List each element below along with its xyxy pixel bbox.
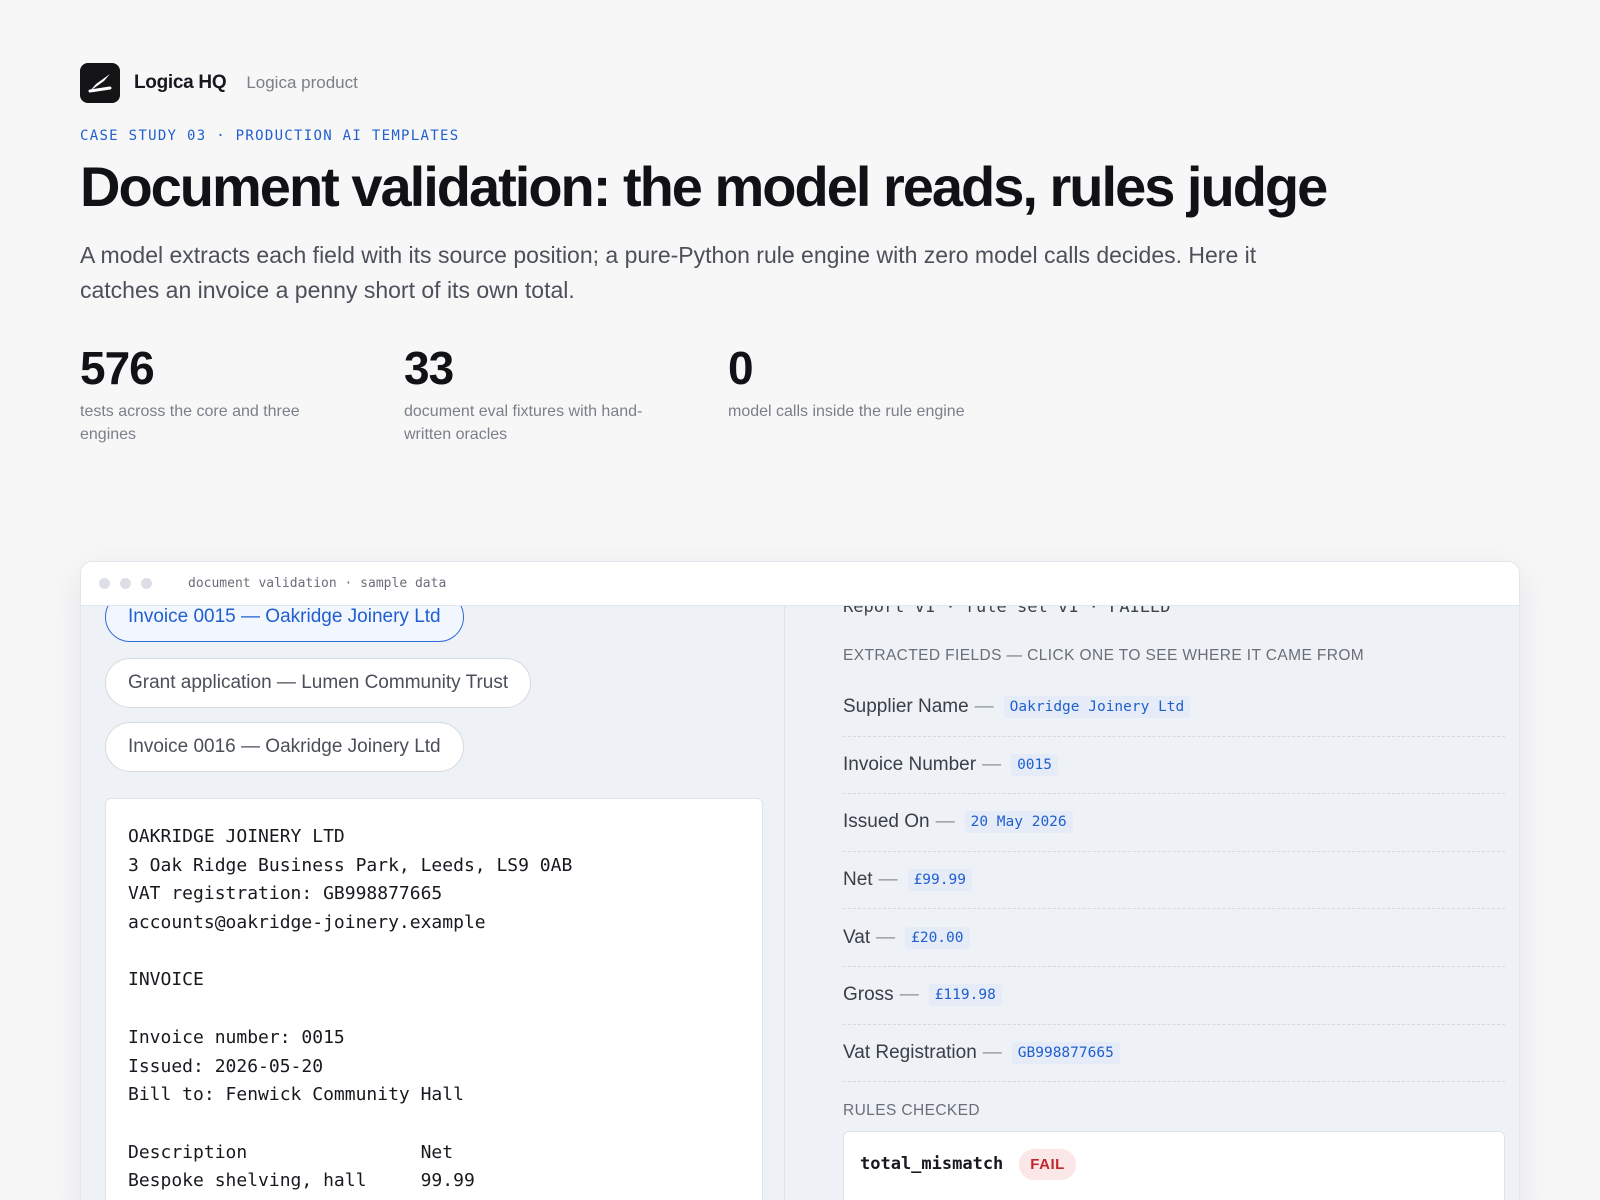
document-pane[interactable]: Invoice 0015 — Oakridge Joinery Ltd Gran… (81, 606, 785, 1200)
window-body: Invoice 0015 — Oakridge Joinery Ltd Gran… (81, 606, 1519, 1200)
window-dot-icon (141, 578, 152, 589)
field-value[interactable]: 20 May 2026 (964, 811, 1073, 834)
brand-name[interactable]: Logica HQ (134, 72, 227, 94)
stat-label: document eval fixtures with hand-written… (404, 403, 643, 443)
field-separator: — (974, 696, 994, 718)
field-value[interactable]: GB998877665 (1011, 1041, 1120, 1064)
window-dot-icon (99, 578, 110, 589)
field-value[interactable]: Oakridge Joinery Ltd (1003, 696, 1191, 719)
field-value[interactable]: £20.00 (905, 926, 970, 949)
window-dot-icon (120, 578, 131, 589)
field-value[interactable]: £119.98 (928, 984, 1002, 1007)
field-row-vat[interactable]: Vat — £20.00 (843, 909, 1505, 967)
page-title: Document validation: the model reads, ru… (80, 155, 1328, 218)
brand-header: Logica HQ Logica product (80, 62, 1520, 104)
eyebrow-label: CASE STUDY 03 · PRODUCTION AI TEMPLATES (80, 128, 460, 144)
document-line[interactable]: INVOICE (128, 966, 740, 995)
page: Logica HQ Logica product CASE STUDY 03 ·… (80, 62, 1520, 446)
field-label: Issued On (843, 811, 930, 833)
field-separator: — (982, 753, 1002, 775)
field-row-invoice-number[interactable]: Invoice Number — 0015 (843, 737, 1505, 795)
field-label: Gross (843, 984, 894, 1006)
field-row-gross[interactable]: Gross — £119.98 (843, 967, 1505, 1025)
field-separator: — (878, 869, 898, 891)
field-label: Vat Registration (843, 1041, 977, 1063)
field-row-net[interactable]: Net — £99.99 (843, 852, 1505, 910)
document-line[interactable]: 3 Oak Ridge Business Park, Leeds, LS9 0A… (128, 852, 740, 881)
document-line[interactable]: Bespoke shelving, hall 99.99 (128, 1167, 740, 1196)
document-line[interactable]: Bill to: Fenwick Community Hall (128, 1081, 740, 1110)
document-line[interactable]: Description Net (128, 1139, 740, 1168)
field-label: Invoice Number (843, 753, 977, 775)
field-value[interactable]: 0015 (1011, 753, 1058, 776)
report-pane[interactable]: Report v1 · rule set v1 · FAILED EXTRACT… (819, 606, 1519, 1200)
stat-fixtures: 33 document eval fixtures with hand-writ… (404, 342, 728, 446)
field-label: Vat (843, 926, 871, 948)
document-line[interactable]: VAT registration: GB998877665 (128, 880, 740, 909)
doc-chip-grant-application[interactable]: Grant application — Lumen Community Trus… (105, 658, 532, 708)
stat-value: 33 (404, 342, 454, 394)
field-separator: — (876, 926, 896, 948)
logica-logo-icon[interactable] (80, 63, 120, 103)
stat-label: tests across the core and three engines (80, 403, 300, 443)
document-line[interactable]: Issued: 2026-05-20 (128, 1053, 740, 1082)
field-separator: — (935, 811, 955, 833)
fields-heading: EXTRACTED FIELDS — CLICK ONE TO SEE WHER… (843, 647, 1365, 664)
rule-card-total-mismatch[interactable]: total_mismatch FAIL (843, 1131, 1505, 1200)
doc-chip-invoice-0015[interactable]: Invoice 0015 — Oakridge Joinery Ltd (105, 606, 464, 642)
document-preview[interactable]: OAKRIDGE JOINERY LTD 3 Oak Ridge Busines… (105, 798, 763, 1200)
stat-value: 576 (80, 342, 155, 394)
rule-status-badge: FAIL (1019, 1149, 1076, 1180)
window-title: document validation · sample data (188, 576, 447, 591)
document-line[interactable]: accounts@oakridge-joinery.example (128, 909, 740, 938)
report-meta: Report v1 · rule set v1 · FAILED (843, 606, 1171, 617)
stat-value: 0 (728, 342, 754, 394)
field-label: Net (843, 869, 873, 891)
field-row-issued-on[interactable]: Issued On — 20 May 2026 (843, 794, 1505, 852)
page-lede: A model extracts each field with its sou… (80, 242, 1257, 303)
field-row-vat-registration[interactable]: Vat Registration — GB998877665 (843, 1025, 1505, 1083)
demo-window: document validation · sample data Invoic… (80, 561, 1520, 1200)
rules-heading: RULES CHECKED (843, 1102, 980, 1119)
brand-subtitle: Logica product (246, 73, 358, 92)
field-label: Supplier Name (843, 696, 969, 718)
document-line[interactable]: Invoice number: 0015 (128, 1024, 740, 1053)
document-line[interactable]: OAKRIDGE JOINERY LTD (128, 823, 740, 852)
field-value[interactable]: £99.99 (907, 869, 972, 892)
stat-model-calls: 0 model calls inside the rule engine (728, 342, 1052, 446)
field-row-supplier-name[interactable]: Supplier Name — Oakridge Joinery Ltd (843, 679, 1505, 737)
doc-chip-invoice-0016[interactable]: Invoice 0016 — Oakridge Joinery Ltd (105, 722, 464, 772)
field-separator: — (899, 984, 919, 1006)
stat-label: model calls inside the rule engine (728, 403, 965, 420)
field-separator: — (982, 1041, 1002, 1063)
rule-name: total_mismatch (860, 1154, 1004, 1174)
extracted-fields-list: Supplier Name — Oakridge Joinery Ltd Inv… (843, 679, 1505, 1083)
stat-tests: 576 tests across the core and three engi… (80, 342, 404, 446)
stats-row: 576 tests across the core and three engi… (80, 342, 1520, 446)
window-title-bar: document validation · sample data (81, 562, 1519, 606)
